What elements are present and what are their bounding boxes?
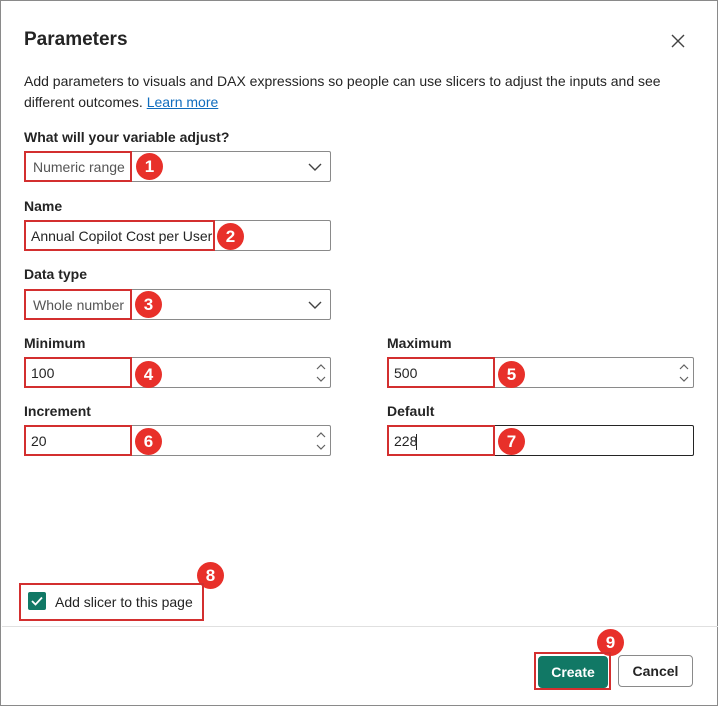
description-text: Add parameters to visuals and DAX expres…	[24, 73, 661, 110]
spin-button-icon[interactable]	[316, 361, 326, 385]
annotation-badge-1: 1	[136, 153, 163, 180]
learn-more-link[interactable]: Learn more	[147, 94, 219, 110]
minimum-value: 100	[31, 365, 55, 381]
variable-adjust-dropdown[interactable]: Numeric range	[24, 151, 331, 182]
default-input[interactable]: 228	[387, 425, 694, 456]
footer-divider	[2, 626, 718, 627]
default-value: 228	[394, 433, 418, 449]
cancel-button[interactable]: Cancel	[618, 655, 693, 687]
annotation-badge-4: 4	[135, 361, 162, 388]
minimum-label: Minimum	[24, 335, 86, 351]
annotation-badge-2: 2	[217, 223, 244, 250]
annotation-badge-8: 8	[197, 562, 224, 589]
annotation-badge-5: 5	[498, 361, 525, 388]
minimum-input[interactable]: 100	[24, 357, 331, 388]
annotation-badge-3: 3	[135, 291, 162, 318]
variable-adjust-label: What will your variable adjust?	[24, 129, 230, 145]
text-caret	[416, 434, 417, 450]
increment-label: Increment	[24, 403, 91, 419]
data-type-value: Whole number	[33, 297, 125, 313]
annotation-badge-9: 9	[597, 629, 624, 656]
maximum-label: Maximum	[387, 335, 452, 351]
data-type-label: Data type	[24, 266, 88, 282]
increment-value: 20	[31, 433, 47, 449]
checkmark-icon	[31, 596, 43, 606]
chevron-down-icon	[308, 163, 322, 171]
add-slicer-checkbox[interactable]	[28, 592, 46, 610]
name-input[interactable]: Annual Copilot Cost per User	[24, 220, 331, 251]
spin-button-icon[interactable]	[679, 361, 689, 385]
data-type-dropdown[interactable]: Whole number	[24, 289, 331, 320]
dialog-title: Parameters	[24, 29, 128, 50]
default-label: Default	[387, 403, 435, 419]
name-input-value: Annual Copilot Cost per User	[31, 228, 213, 244]
annotation-badge-7: 7	[498, 428, 525, 455]
close-button[interactable]	[668, 31, 688, 51]
increment-input[interactable]: 20	[24, 425, 331, 456]
chevron-down-icon	[308, 301, 322, 309]
variable-adjust-value: Numeric range	[33, 159, 125, 175]
add-slicer-label[interactable]: Add slicer to this page	[55, 594, 193, 610]
close-icon	[671, 34, 685, 48]
dialog-description: Add parameters to visuals and DAX expres…	[24, 71, 689, 113]
spin-button-icon[interactable]	[316, 429, 326, 453]
name-label: Name	[24, 198, 63, 214]
annotation-badge-6: 6	[135, 428, 162, 455]
parameters-dialog: Parameters Add parameters to visuals and…	[0, 0, 718, 706]
maximum-input[interactable]: 500	[387, 357, 694, 388]
maximum-value: 500	[394, 365, 418, 381]
create-button[interactable]: Create	[538, 656, 608, 688]
